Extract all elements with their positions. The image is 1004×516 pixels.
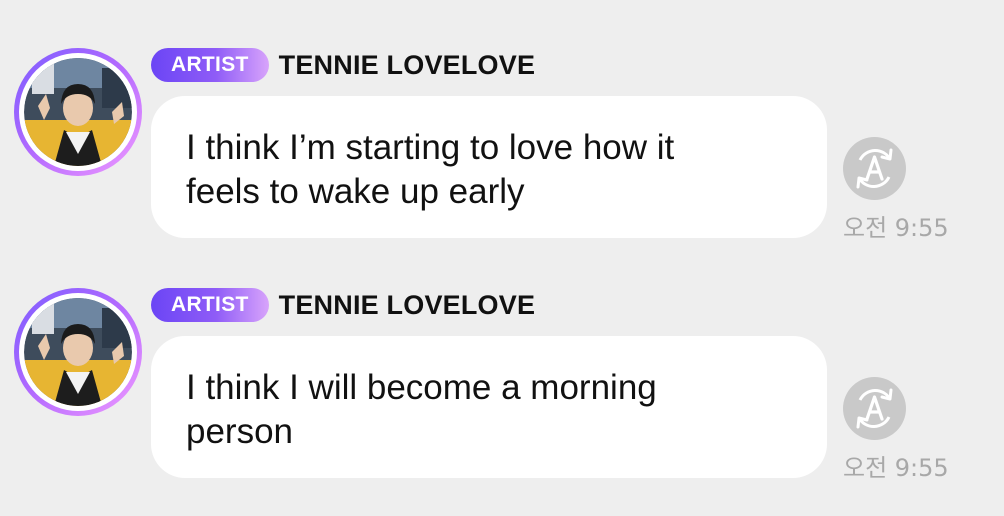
- translate-button[interactable]: [843, 137, 906, 200]
- artist-badge: ARTIST: [151, 48, 269, 82]
- avatar-photo: [24, 298, 132, 406]
- message-header: ARTIST TENNIE LOVELOVE: [151, 288, 535, 322]
- avatar-photo: [24, 58, 132, 166]
- sender-name[interactable]: TENNIE LOVELOVE: [279, 290, 536, 321]
- message-bubble[interactable]: I think I will become a morning person: [151, 336, 827, 478]
- message-time: 오전 9:55: [843, 214, 949, 242]
- avatar-frame: [19, 53, 137, 171]
- message-1: ARTIST TENNIE LOVELOVE I think I’m start…: [0, 48, 1004, 248]
- translate-a-icon: [856, 148, 893, 189]
- avatar-frame: [19, 293, 137, 411]
- avatar[interactable]: [14, 48, 142, 176]
- message-text: I think I’m starting to love how it feels…: [186, 126, 793, 214]
- translate-a-icon: [856, 388, 893, 429]
- sender-name[interactable]: TENNIE LOVELOVE: [279, 50, 536, 81]
- message-text-line: feels to wake up early: [186, 172, 525, 211]
- message-text-line: I think I will become a morning: [186, 368, 657, 407]
- message-text: I think I will become a morning person: [186, 366, 793, 454]
- translate-button[interactable]: [843, 377, 906, 440]
- message-text-line: I think I’m starting to love how it: [186, 128, 675, 167]
- avatar[interactable]: [14, 288, 142, 416]
- message-time: 오전 9:55: [843, 454, 949, 482]
- message-2: ARTIST TENNIE LOVELOVE I think I will be…: [0, 288, 1004, 488]
- message-text-line: person: [186, 412, 294, 451]
- message-bubble[interactable]: I think I’m starting to love how it feels…: [151, 96, 827, 238]
- message-header: ARTIST TENNIE LOVELOVE: [151, 48, 535, 82]
- artist-badge: ARTIST: [151, 288, 269, 322]
